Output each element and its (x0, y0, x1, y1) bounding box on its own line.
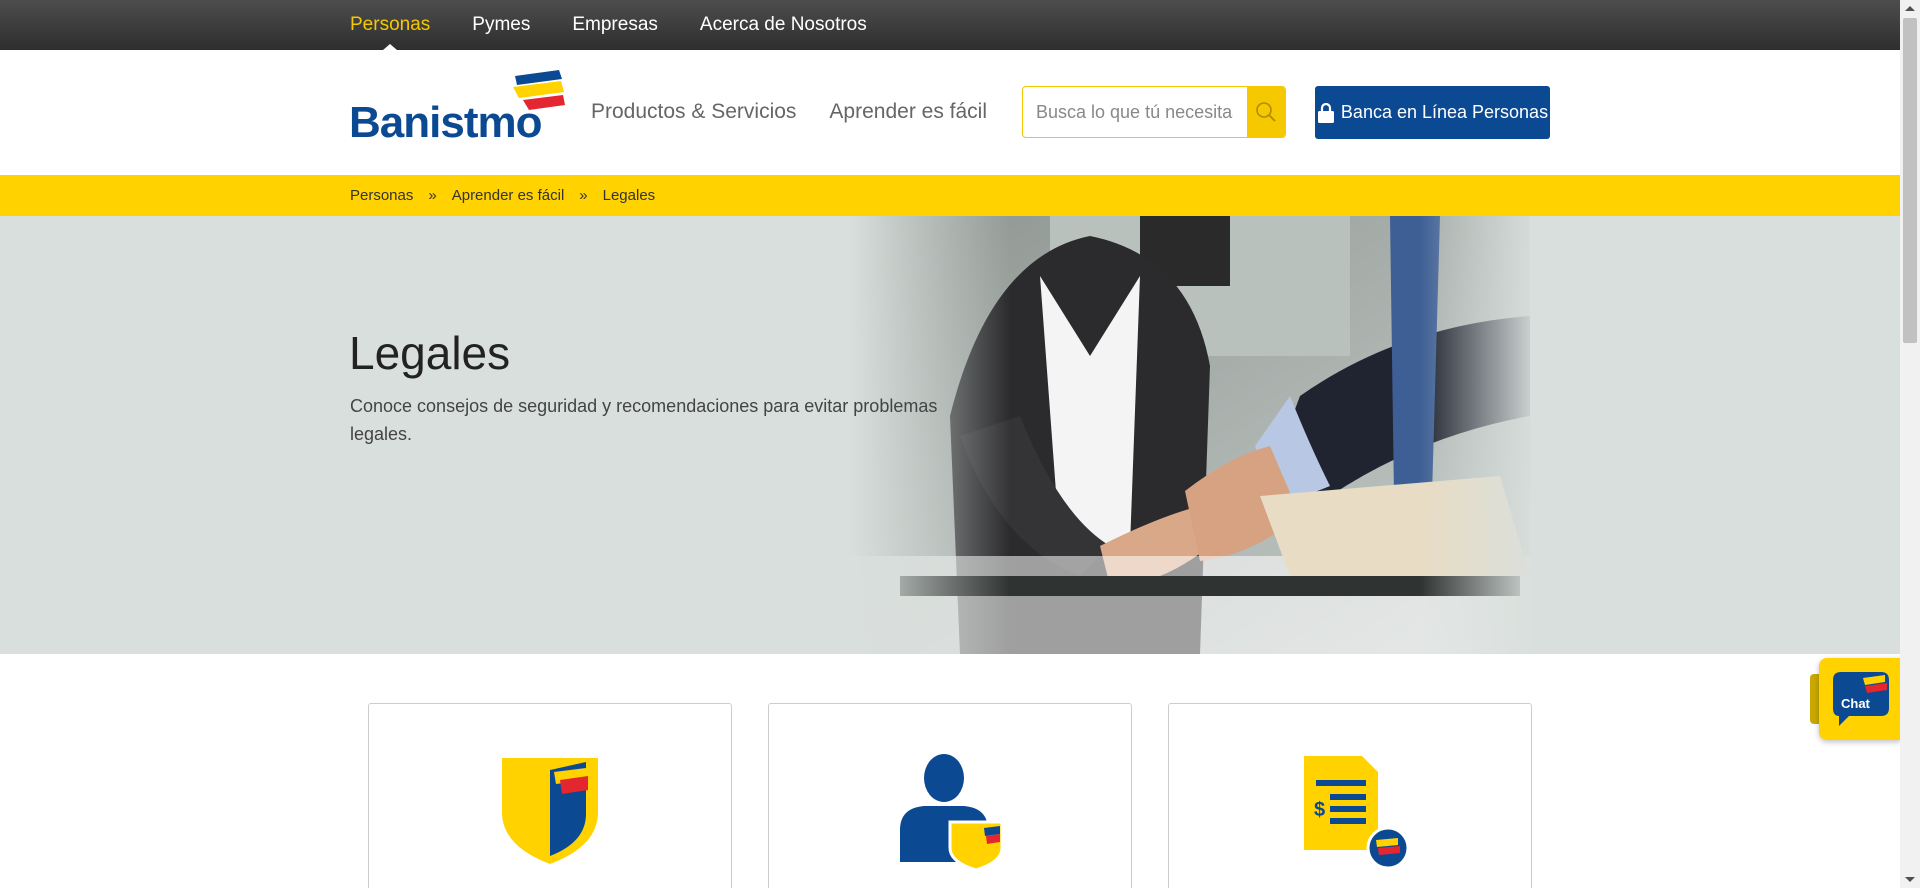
header: Banistmo Productos & Servicios Aprender … (0, 50, 1900, 175)
segment-nav: Personas Pymes Empresas Acerca de Nosotr… (350, 0, 909, 50)
breadcrumb-legales[interactable]: Legales (603, 175, 656, 216)
segment-tab-pymes[interactable]: Pymes (472, 0, 530, 50)
shield-icon (502, 758, 598, 864)
scroll-down-icon[interactable] (1905, 877, 1915, 882)
card-proteccion[interactable] (768, 703, 1132, 888)
breadcrumb-separator: » (579, 187, 588, 204)
logo-mark-icon (513, 70, 565, 110)
scroll-thumb[interactable] (1903, 18, 1917, 343)
chat-button[interactable]: Chat (1819, 658, 1901, 740)
nav-productos-servicios[interactable]: Productos & Servicios (591, 100, 796, 124)
chat-label: Chat (1841, 696, 1871, 711)
segment-tab-acerca[interactable]: Acerca de Nosotros (700, 0, 867, 50)
page: Personas Pymes Empresas Acerca de Nosotr… (0, 0, 1920, 888)
hero-banner: Legales Conoce consejos de seguridad y r… (0, 216, 1900, 654)
card-documentos[interactable]: $ (1168, 703, 1532, 888)
svg-text:$: $ (1314, 799, 1325, 821)
online-banking-button[interactable]: Banca en Línea Personas (1315, 86, 1550, 139)
breadcrumb-bar: Personas » Aprender es fácil » Legales (0, 175, 1900, 216)
breadcrumb-personas[interactable]: Personas (350, 175, 413, 216)
search-input[interactable] (1023, 87, 1233, 137)
user-protection-icon (900, 754, 1004, 870)
page-description: Conoce consejos de seguridad y recomenda… (350, 396, 938, 444)
segment-tab-personas[interactable]: Personas (350, 0, 430, 50)
search-box (1022, 86, 1286, 138)
online-banking-label: Banca en Línea Personas (1340, 102, 1549, 122)
banistmo-logo[interactable]: Banistmo (349, 70, 565, 150)
search-icon (1256, 102, 1276, 122)
search-button[interactable] (1247, 87, 1285, 137)
scroll-up-icon[interactable] (1905, 6, 1915, 11)
card-seguridad[interactable] (368, 703, 732, 888)
chat-bubble-icon: Chat (1833, 672, 1889, 726)
document-payment-icon: $ (1304, 756, 1410, 870)
page-title: Legales (349, 327, 511, 379)
main-nav: Productos & Servicios Aprender es fácil (591, 100, 1020, 124)
nav-aprender-es-facil[interactable]: Aprender es fácil (829, 100, 987, 124)
handshake-image (850, 216, 1900, 654)
top-bar: Personas Pymes Empresas Acerca de Nosotr… (0, 0, 1900, 50)
breadcrumb-separator: » (428, 187, 437, 204)
breadcrumb: Personas » Aprender es fácil » Legales (350, 175, 655, 216)
lock-icon (1317, 102, 1334, 123)
segment-tab-empresas[interactable]: Empresas (572, 0, 658, 50)
breadcrumb-aprender[interactable]: Aprender es fácil (452, 175, 565, 216)
page-scrollbar[interactable] (1900, 0, 1920, 888)
